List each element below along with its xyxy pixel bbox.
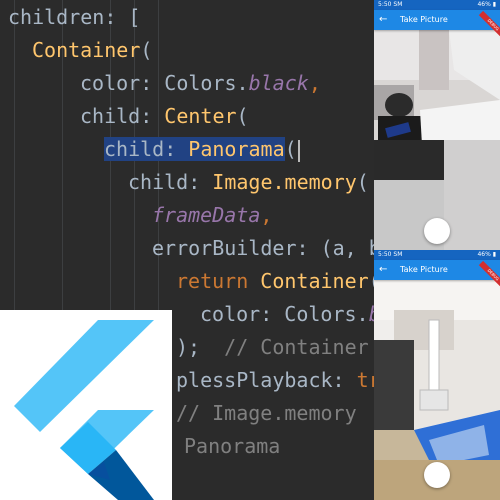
code-line[interactable]: Panorama (184, 430, 280, 463)
phone-screenshot-bottom: 5:50 SM 46% ▮ ← Take Picture DEBUG (374, 250, 500, 500)
code-token: Container (260, 269, 369, 293)
status-bar: 5:50 SM 46% ▮ (374, 0, 500, 10)
code-token: child: (80, 104, 165, 128)
text-caret (297, 139, 300, 162)
code-line[interactable]: plessPlayback: tr (176, 364, 374, 397)
code-line[interactable]: return Container( (176, 265, 374, 298)
code-token: , (308, 71, 321, 95)
status-battery: 46% ▮ (477, 1, 496, 8)
code-line[interactable]: child: Center( (80, 100, 249, 133)
status-time: 5:50 SM (378, 251, 403, 258)
code-token: Colors. (164, 71, 249, 95)
code-line[interactable]: children: [ (8, 1, 140, 34)
code-token: Center (164, 104, 237, 128)
code-token: tr (356, 368, 374, 392)
code-token: ( (140, 38, 153, 62)
code-token: color: (80, 71, 165, 95)
code-token: Panorama (184, 434, 281, 458)
code-line[interactable]: frameData, (152, 199, 272, 232)
code-token: return (176, 269, 261, 293)
code-token: color: Colors. (200, 302, 369, 326)
code-token: child: (128, 170, 213, 194)
camera-preview (374, 30, 500, 250)
back-arrow-icon[interactable]: ← (379, 10, 387, 30)
code-line[interactable]: Container( (32, 34, 152, 67)
code-token: child: (104, 137, 189, 161)
code-line[interactable]: // Image.memory (176, 397, 357, 430)
app-bar: ← Take Picture DEBUG (374, 260, 500, 290)
flutter-logo-icon (14, 320, 154, 500)
shutter-button[interactable] (424, 218, 450, 244)
code-token: plessPlayback: (176, 368, 357, 392)
code-line[interactable]: errorBuilder: (a, b (152, 232, 374, 265)
code-line[interactable]: ); // Container (176, 331, 369, 364)
code-token: black (248, 71, 309, 95)
code-token: Panorama (188, 137, 285, 161)
code-token: frameData (152, 203, 261, 227)
code-line[interactable]: child: Panorama( (104, 133, 300, 166)
app-bar-title: Take Picture (400, 15, 448, 24)
phone-screenshot-top: 5:50 SM 46% ▮ ← Take Picture DEBUG (374, 0, 500, 250)
app-bar: ← Take Picture DEBUG (374, 10, 500, 40)
code-token: , (260, 203, 273, 227)
code-token: ( (284, 137, 297, 161)
app-bar-title: Take Picture (400, 265, 448, 274)
code-token: // Image.memory (176, 401, 357, 425)
code-token: ); (176, 335, 225, 359)
code-token: errorBuilder: (a, b (152, 236, 374, 260)
status-battery: 46% ▮ (477, 251, 496, 258)
code-token: Container (32, 38, 141, 62)
shutter-button[interactable] (424, 462, 450, 488)
code-token: ( (356, 170, 369, 194)
status-bar: 5:50 SM 46% ▮ (374, 250, 500, 260)
code-token: // Container (224, 335, 369, 359)
code-token: Image.memory (212, 170, 357, 194)
code-token: children: [ (8, 5, 141, 29)
code-line[interactable]: color: Colors.black, (80, 67, 321, 100)
code-token: ( (236, 104, 249, 128)
back-arrow-icon[interactable]: ← (379, 260, 387, 280)
code-line[interactable]: child: Image.memory( (128, 166, 369, 199)
code-line[interactable]: color: Colors.b (200, 298, 374, 331)
status-time: 5:50 SM (378, 1, 403, 8)
flutter-logo-panel (0, 310, 172, 500)
